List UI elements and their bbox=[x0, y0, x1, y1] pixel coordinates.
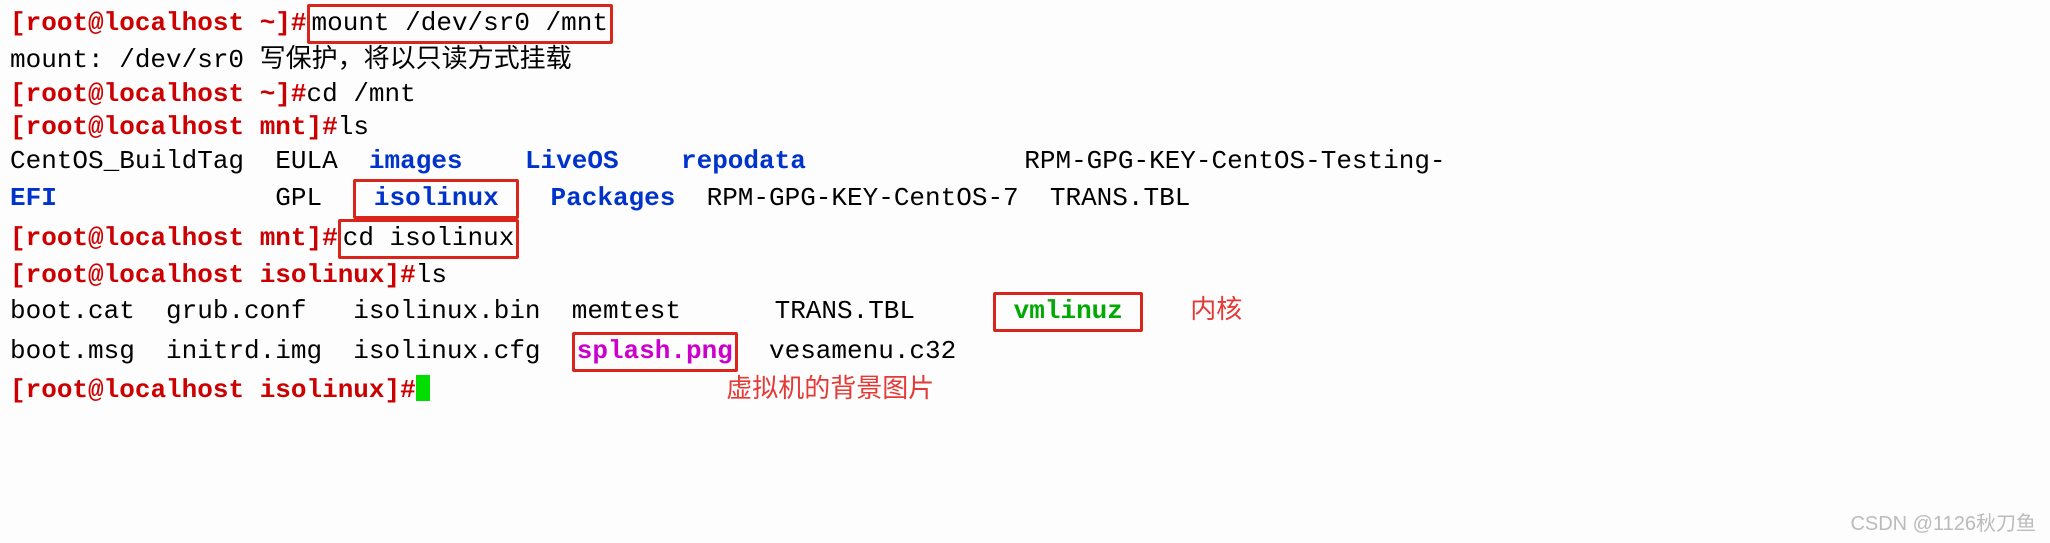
boxed-command-mount: mount /dev/sr0 /mnt bbox=[307, 4, 613, 44]
file: EULA bbox=[275, 146, 337, 176]
prompt-user: root bbox=[26, 8, 88, 38]
file: boot.cat bbox=[10, 296, 135, 326]
cmd-mount: mount /dev/sr0 /mnt bbox=[312, 8, 608, 38]
prompt-host: localhost bbox=[104, 8, 244, 38]
file: initrd.img bbox=[166, 336, 322, 366]
terminal-line: [root@localhost ~]#mount /dev/sr0 /mnt bbox=[10, 4, 2040, 44]
ls-output-row: boot.msg initrd.img isolinux.cfg splash.… bbox=[10, 332, 2040, 372]
boxed-isolinux: isolinux bbox=[353, 179, 519, 219]
file: isolinux.cfg bbox=[353, 336, 540, 366]
file: TRANS.TBL bbox=[1050, 183, 1190, 213]
ls-output-row: CentOS_BuildTag EULA images LiveOS repod… bbox=[10, 145, 2040, 179]
file: RPM-GPG-KEY-CentOS-Testing- bbox=[1024, 146, 1445, 176]
watermark: CSDN @1126秋刀鱼 bbox=[1850, 511, 2036, 537]
terminal-line: [root@localhost ~]#cd /mnt bbox=[10, 78, 2040, 112]
file: RPM-GPG-KEY-CentOS-7 bbox=[707, 183, 1019, 213]
file: TRANS.TBL bbox=[775, 296, 915, 326]
prompt-bracket: [ bbox=[10, 8, 26, 38]
ls-output-row: EFI GPL isolinux Packages RPM-GPG-KEY-Ce… bbox=[10, 179, 2040, 219]
boxed-command-cd-isolinux: cd isolinux bbox=[338, 219, 520, 259]
prompt-cwd: ~ bbox=[260, 8, 276, 38]
file: isolinux.bin bbox=[353, 296, 540, 326]
cmd-cd-mnt: cd /mnt bbox=[307, 79, 416, 109]
cmd-ls: ls bbox=[416, 260, 447, 290]
cmd-ls: ls bbox=[338, 112, 369, 142]
ls-output-row: boot.cat grub.conf isolinux.bin memtest … bbox=[10, 292, 2040, 332]
file: memtest bbox=[572, 296, 681, 326]
terminal-line: [root@localhost mnt]#ls bbox=[10, 111, 2040, 145]
annotation-kernel: 内核 bbox=[1190, 294, 1242, 324]
cursor-block[interactable] bbox=[416, 375, 430, 401]
file: vesamenu.c32 bbox=[769, 336, 956, 366]
dir-repodata: repodata bbox=[681, 146, 806, 176]
annotation-background: 虚拟机的背景图片 bbox=[726, 373, 934, 403]
dir-packages: Packages bbox=[551, 183, 676, 213]
boxed-vmlinuz: vmlinuz bbox=[993, 292, 1143, 332]
file-vmlinuz: vmlinuz bbox=[1014, 296, 1123, 326]
file-splash: splash.png bbox=[577, 336, 733, 366]
dir-efi: EFI bbox=[10, 183, 57, 213]
cmd-cd-isolinux: cd isolinux bbox=[343, 223, 515, 253]
terminal-line: [root@localhost isolinux]#ls bbox=[10, 259, 2040, 293]
file: boot.msg bbox=[10, 336, 135, 366]
file: grub.conf bbox=[166, 296, 306, 326]
file: CentOS_BuildTag bbox=[10, 146, 244, 176]
dir-images: images bbox=[369, 146, 463, 176]
terminal-output: mount: /dev/sr0 写保护，将以只读方式挂载 bbox=[10, 44, 2040, 78]
file: GPL bbox=[275, 183, 322, 213]
boxed-splash: splash.png bbox=[572, 332, 738, 372]
terminal-line: [root@localhost isolinux]# 虚拟机的背景图片 bbox=[10, 372, 2040, 408]
dir-isolinux: isolinux bbox=[374, 183, 499, 213]
dir-liveos: LiveOS bbox=[525, 146, 619, 176]
terminal-line: [root@localhost mnt]#cd isolinux bbox=[10, 219, 2040, 259]
